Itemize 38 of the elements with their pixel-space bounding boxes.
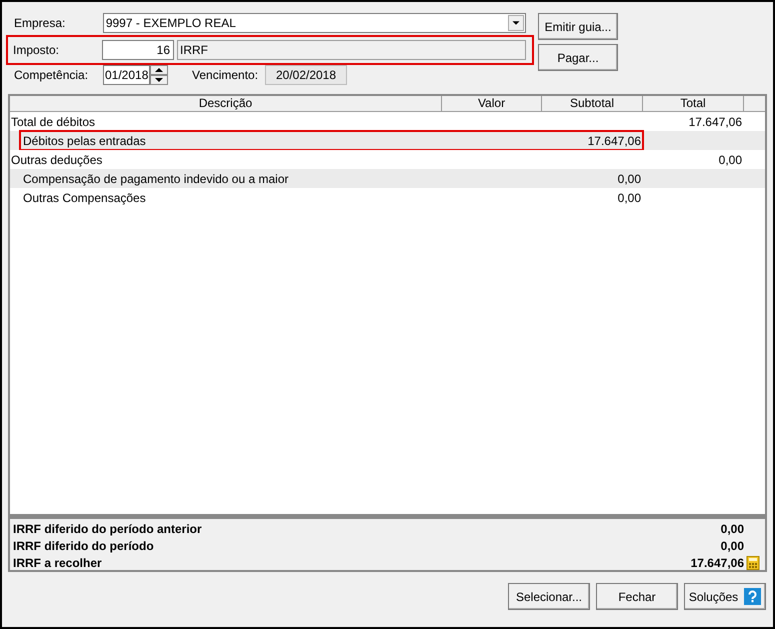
summary-value: 0,00	[720, 520, 744, 538]
dialog-button[interactable]: Selecionar...	[508, 583, 590, 610]
tax-name-field: IRRF	[177, 40, 526, 60]
spinner-icon[interactable]	[150, 65, 168, 85]
summary-value: 17.647,06	[690, 554, 744, 572]
total-cell: 0,00	[718, 152, 742, 166]
summary-label: IRRF diferido do período	[13, 538, 155, 554]
period-field[interactable]: 01/2018	[103, 65, 150, 85]
column-header[interactable]: Valor	[442, 96, 542, 111]
total-cell: 17.647,06	[688, 114, 742, 128]
field-label: Competência:	[14, 67, 90, 84]
column-header[interactable]: Subtotal	[542, 96, 643, 111]
summary-label: IRRF a recolher	[13, 554, 103, 572]
help-icon	[744, 588, 762, 605]
row-label: Compensação de pagamento indevido ou a maior	[23, 170, 290, 188]
dialog-button[interactable]: Fechar	[596, 583, 678, 610]
action-button[interactable]: Pagar...	[538, 44, 618, 71]
field-label: Imposto:	[13, 42, 60, 59]
field-label: Empresa:	[14, 15, 66, 32]
caret-icon	[508, 15, 524, 31]
company-dropdown[interactable]: 9997 - EXEMPLO REAL	[102, 13, 526, 33]
column-header[interactable]: Total	[643, 96, 744, 111]
row-label: Outras deduções	[11, 152, 104, 168]
subtotal-cell-text: 0,00	[618, 190, 641, 206]
row-label: Total de débitos	[11, 114, 96, 130]
row-label: Débitos pelas entradas	[23, 132, 147, 150]
column-header[interactable]: Descrição	[10, 96, 442, 111]
summary-label: IRRF diferido do período anterior	[13, 520, 203, 538]
row-label: Outras Compensações	[23, 190, 147, 206]
calculator-icon[interactable]	[746, 556, 760, 570]
subtotal-cell-text: 0,00	[618, 170, 641, 188]
subtotal-cell-text: 17.647,06	[588, 132, 641, 150]
dialog-button[interactable]: Soluções	[684, 583, 766, 610]
summary-value: 0,00	[720, 538, 744, 554]
field-label: Vencimento:	[192, 67, 260, 84]
action-button[interactable]: Emitir guia...	[538, 13, 618, 40]
tax-code-field[interactable]: 16	[102, 40, 174, 60]
due-date-field: 20/02/2018	[265, 65, 347, 85]
